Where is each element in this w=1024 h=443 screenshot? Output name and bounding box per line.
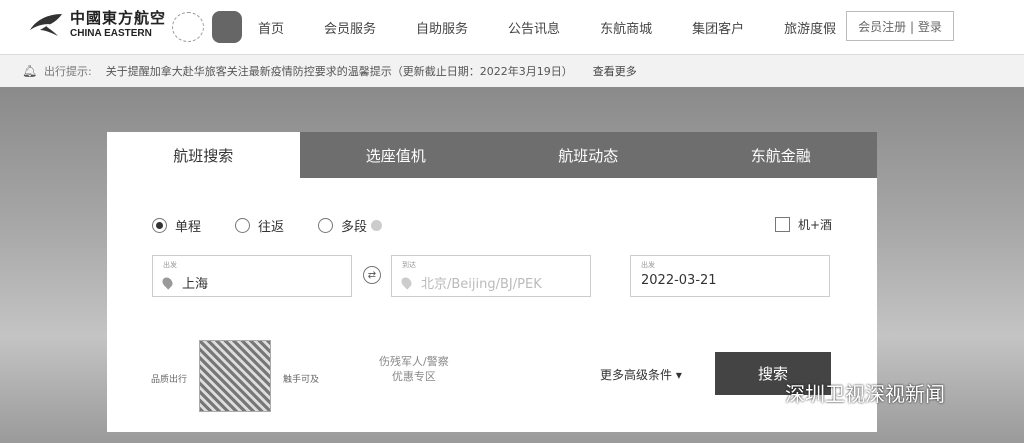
field-label: 到达 <box>402 261 416 269</box>
radio-icon <box>318 218 334 233</box>
radio-label: 单程 <box>175 220 202 235</box>
watermark: 深圳卫视深视新闻 <box>785 382 945 406</box>
field-placeholder: 北京/Beijing/BJ/PEK <box>421 277 542 292</box>
notice-bar: 🔔︎ 出行提示: 关于提醒加拿大赴华旅客关注最新疫情防控要求的温馨提示（更新截止… <box>0 55 1024 87</box>
radio-label: 多段 <box>341 220 368 235</box>
checkbox-label: 机+酒 <box>798 218 833 232</box>
nav-home[interactable]: 首页 <box>258 18 284 37</box>
radio-checked-icon <box>152 218 167 233</box>
swap-cities-button[interactable]: ⇄ <box>363 266 381 284</box>
radio-round-trip[interactable]: 往返 <box>235 216 284 235</box>
register-login-button[interactable]: 会员注册 | 登录 <box>846 11 954 41</box>
tab-flight-status[interactable]: 航班动态 <box>492 132 685 178</box>
location-pin-icon <box>160 275 175 290</box>
promo-line2: 优惠专区 <box>391 370 436 383</box>
location-pin-icon <box>399 275 414 290</box>
nav-corporate[interactable]: 集团客户 <box>692 18 744 37</box>
bell-icon: 🔔︎ <box>22 64 38 78</box>
tab-finance[interactable]: 东航金融 <box>684 132 877 178</box>
radio-multi-city[interactable]: 多段 <box>318 216 383 235</box>
field-value: 2022-03-21 <box>641 273 717 288</box>
more-conditions-dropdown[interactable]: 更多高级条件 ▾ <box>600 366 682 383</box>
departure-city-input[interactable]: 出发 上海 <box>152 255 352 297</box>
nav-mall[interactable]: 东航商城 <box>600 18 652 37</box>
nav-self-service[interactable]: 自助服务 <box>416 18 468 37</box>
flight-hotel-checkbox[interactable]: 机+酒 <box>775 216 832 233</box>
checkbox-icon <box>775 217 790 232</box>
tab-checkin[interactable]: 选座值机 <box>299 132 492 178</box>
booking-panel: 航班搜索 选座值机 航班动态 东航金融 单程 往返 多段 机+酒 出发 上海 ⇄… <box>107 132 877 432</box>
main-nav: 首页 会员服务 自助服务 公告讯息 东航商城 集团客户 旅游度假 <box>258 18 876 37</box>
qr-right-label: 触手可及 <box>283 375 320 385</box>
nav-announcements[interactable]: 公告讯息 <box>508 18 560 37</box>
notice-label: 出行提示: <box>44 65 92 78</box>
notice-message[interactable]: 关于提醒加拿大赴华旅客关注最新疫情防控要求的温馨提示（更新截止日期：2022年3… <box>106 63 573 79</box>
radio-label: 往返 <box>258 220 285 235</box>
info-icon[interactable] <box>371 220 383 231</box>
field-label: 出发 <box>163 261 177 269</box>
arrival-city-input[interactable]: 到达 北京/Beijing/BJ/PEK <box>391 255 591 297</box>
field-value: 上海 <box>182 277 209 292</box>
header: 中國東方航空 CHINA EASTERN 首页 会员服务 自助服务 公告讯息 东… <box>0 0 1024 55</box>
radio-one-way[interactable]: 单程 <box>152 216 201 235</box>
qr-code <box>199 340 271 412</box>
veteran-police-promo[interactable]: 伤残军人/警察 优惠专区 <box>379 354 449 384</box>
radio-icon <box>235 218 251 233</box>
field-label: 出发 <box>641 261 655 269</box>
qr-left-label: 品质出行 <box>151 375 188 385</box>
departure-date-input[interactable]: 出发 2022-03-21 <box>630 255 830 297</box>
tab-flight-search[interactable]: 航班搜索 <box>107 132 300 178</box>
brand-badge-icon <box>212 11 242 43</box>
logo-cn-text: 中國東方航空 <box>70 9 167 27</box>
swallow-logo-icon <box>30 14 62 36</box>
logo-en-text: CHINA EASTERN <box>70 28 152 39</box>
view-more-link[interactable]: 查看更多 <box>593 63 637 79</box>
nav-travel[interactable]: 旅游度假 <box>784 18 836 37</box>
nav-member[interactable]: 会员服务 <box>324 18 376 37</box>
china-eastern-logo[interactable]: 中國東方航空 CHINA EASTERN <box>28 10 166 40</box>
skyteam-icon <box>172 12 204 42</box>
promo-line1: 伤残军人/警察 <box>379 355 449 368</box>
